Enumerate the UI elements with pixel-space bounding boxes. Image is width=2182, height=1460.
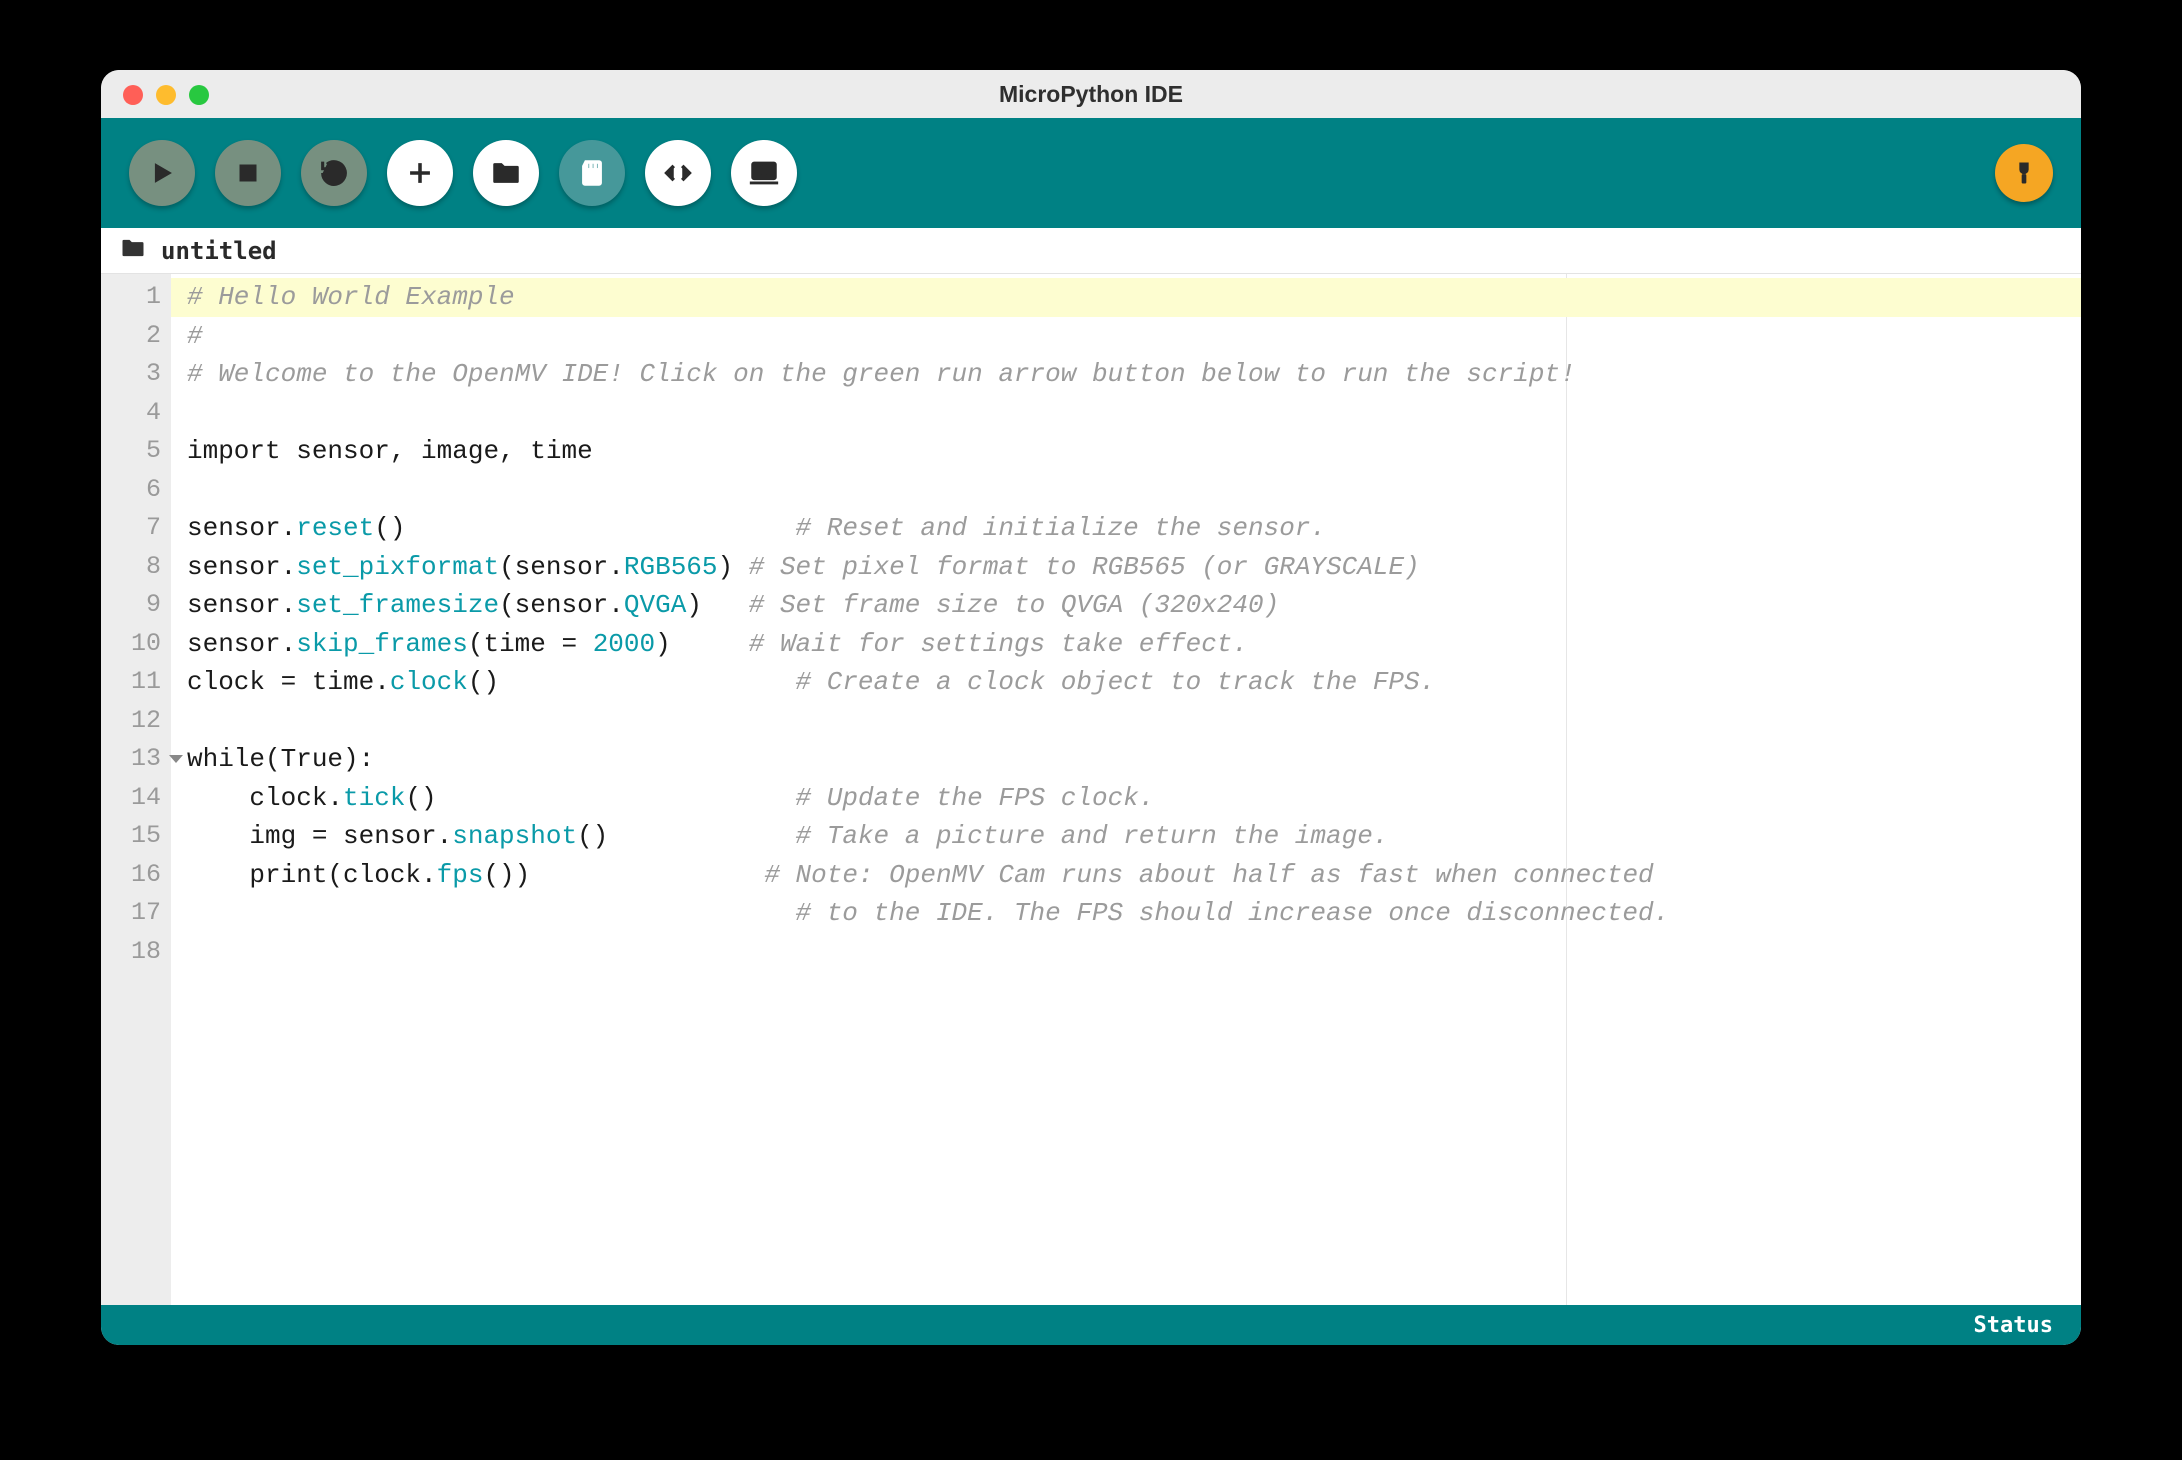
traffic-lights [123,85,209,105]
folder-icon [489,156,523,190]
code-line[interactable]: sensor.reset() # Reset and initialize th… [171,509,2081,548]
reset-icon [317,156,351,190]
code-line[interactable]: # [171,317,2081,356]
line-number: 17 [101,894,171,933]
line-number: 9 [101,586,171,625]
code-line[interactable]: while(True): [171,740,2081,779]
window-close-button[interactable] [123,85,143,105]
code-line[interactable]: clock = time.clock() # Create a clock ob… [171,663,2081,702]
plus-icon [403,156,437,190]
line-number: 3 [101,355,171,394]
play-icon [145,156,179,190]
line-number: 2 [101,317,171,356]
window-minimize-button[interactable] [156,85,176,105]
code-line[interactable] [171,933,2081,972]
code-line[interactable]: # Welcome to the OpenMV IDE! Click on th… [171,355,2081,394]
sd-card-icon [575,156,609,190]
line-number: 13 [101,740,171,779]
code-line[interactable] [171,471,2081,510]
code-area[interactable]: # Hello World Example## Welcome to the O… [171,274,2081,1305]
statusbar: Status [101,1305,2081,1345]
code-line[interactable]: sensor.skip_frames(time = 2000) # Wait f… [171,625,2081,664]
code-line[interactable]: import sensor, image, time [171,432,2081,471]
code-line[interactable] [171,702,2081,741]
line-number: 7 [101,509,171,548]
gutter: 123456789101112131415161718 [101,274,171,1305]
new-file-button[interactable] [387,140,453,206]
app-window: MicroPython IDE [101,70,2081,1345]
tabbar: untitled [101,228,2081,274]
usb-plug-icon [2010,159,2038,187]
toolbar [101,118,2081,228]
code-line[interactable]: clock.tick() # Update the FPS clock. [171,779,2081,818]
code-line[interactable]: sensor.set_pixformat(sensor.RGB565) # Se… [171,548,2081,587]
code-line[interactable]: img = sensor.snapshot() # Take a picture… [171,817,2081,856]
line-number: 8 [101,548,171,587]
laptop-search-icon [747,156,781,190]
connect-button[interactable] [1995,144,2053,202]
line-number: 15 [101,817,171,856]
code-line[interactable]: sensor.set_framesize(sensor.QVGA) # Set … [171,586,2081,625]
stop-button[interactable] [215,140,281,206]
window-title: MicroPython IDE [999,81,1183,108]
line-number: 10 [101,625,171,664]
code-line[interactable]: print(clock.fps()) # Note: OpenMV Cam ru… [171,856,2081,895]
line-number: 12 [101,702,171,741]
run-button[interactable] [129,140,195,206]
save-button[interactable] [559,140,625,206]
line-number: 1 [101,278,171,317]
status-label[interactable]: Status [1974,1313,2053,1338]
reset-button[interactable] [301,140,367,206]
tab-label[interactable]: untitled [161,237,277,265]
titlebar: MicroPython IDE [101,70,2081,118]
line-number: 4 [101,394,171,433]
line-number: 18 [101,933,171,972]
editor[interactable]: 123456789101112131415161718 # Hello Worl… [101,274,2081,1305]
line-number: 6 [101,471,171,510]
line-number: 11 [101,663,171,702]
stop-icon [231,156,265,190]
serial-monitor-button[interactable] [645,140,711,206]
inspect-button[interactable] [731,140,797,206]
window-maximize-button[interactable] [189,85,209,105]
line-number: 5 [101,432,171,471]
line-number: 14 [101,779,171,818]
code-line[interactable] [171,394,2081,433]
line-number: 16 [101,856,171,895]
code-line[interactable]: # to the IDE. The FPS should increase on… [171,894,2081,933]
open-file-button[interactable] [473,140,539,206]
tab-folder-icon [119,234,147,267]
code-line[interactable]: # Hello World Example [171,278,2081,317]
code-icon [661,156,695,190]
